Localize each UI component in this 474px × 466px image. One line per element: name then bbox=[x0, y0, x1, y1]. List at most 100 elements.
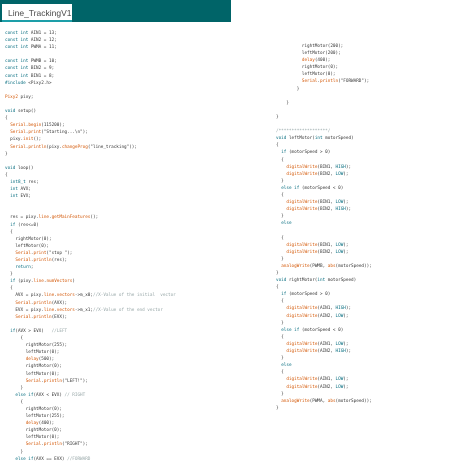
code-line: rightMotor(255); bbox=[5, 342, 233, 349]
code-text: motorSpeed) bbox=[322, 136, 354, 142]
code-line: digitalWrite(BIN2, LOW); bbox=[276, 249, 472, 256]
code-comment: /*******************/ bbox=[276, 129, 331, 135]
code-function: println bbox=[33, 314, 52, 320]
code-line: else if(AVX == EVX) //FORWARD bbox=[5, 456, 233, 463]
code-text: ->m_x1; bbox=[74, 307, 93, 313]
code-text: { bbox=[5, 116, 8, 122]
active-tab-indicator bbox=[2, 20, 72, 22]
code-text: ); bbox=[343, 200, 349, 206]
code-text: (res); bbox=[51, 258, 68, 263]
code-line: analogWrite(PWMA, abs(motorSpeed)); bbox=[276, 398, 472, 405]
code-text: (motorSpeed)); bbox=[335, 263, 372, 269]
code-keyword: int bbox=[10, 194, 18, 200]
code-text: } bbox=[276, 178, 284, 184]
code-function: digitalWrite bbox=[286, 249, 318, 255]
code-function: line bbox=[43, 307, 55, 313]
code-function: println bbox=[320, 79, 339, 85]
code-keyword: else if bbox=[15, 456, 34, 462]
code-function: println bbox=[28, 144, 47, 150]
code-function: analogWrite bbox=[281, 263, 310, 269]
code-text: ("LEFT!"); bbox=[61, 378, 88, 384]
code-keyword: HIGH bbox=[335, 349, 346, 355]
code-function: vectors bbox=[56, 293, 75, 299]
code-text: ); bbox=[343, 377, 349, 383]
code-line: leftMotor(0); bbox=[5, 434, 233, 441]
code-text: motorSpeed) bbox=[325, 278, 357, 284]
code-text: AVX = pixy. bbox=[5, 293, 44, 299]
code-function: abs bbox=[327, 263, 336, 269]
code-function: getMainFeatures bbox=[51, 215, 91, 221]
code-line: Serial.println(AVX); bbox=[5, 300, 233, 307]
code-text: ); bbox=[345, 207, 352, 213]
code-function: Pixy2 bbox=[5, 94, 18, 100]
code-text: ); bbox=[343, 313, 349, 319]
code-function: print bbox=[28, 130, 42, 136]
code-text: (AIN1, bbox=[317, 341, 336, 347]
code-text: <Pixy2.h> bbox=[28, 80, 52, 86]
code-line: void rightMotor(int motorSpeed) bbox=[276, 277, 472, 284]
code-line: { bbox=[276, 334, 472, 341]
code-pane-left[interactable]: const int AIN1 = 13; const int AIN2 = 12;… bbox=[5, 30, 233, 463]
code-function: Serial bbox=[10, 123, 26, 129]
code-text: } bbox=[276, 256, 284, 262]
code-text: leftMotor(0); bbox=[276, 72, 336, 78]
code-function: digitalWrite bbox=[286, 341, 318, 347]
code-line: } bbox=[5, 151, 233, 158]
tab-label: Line_TrackingV1.1 bbox=[8, 8, 72, 18]
code-line: const int AIN2 = 12; bbox=[5, 37, 233, 44]
code-line: { bbox=[276, 192, 472, 199]
code-line: delay(400); bbox=[276, 57, 472, 64]
code-function: changeProg bbox=[61, 144, 88, 150]
code-text: (400); bbox=[314, 58, 331, 64]
code-line: else if (motorSpeed < 0) bbox=[276, 185, 472, 192]
code-line: } bbox=[276, 391, 472, 398]
code-comment: // RIGHT bbox=[64, 392, 86, 398]
code-function: line bbox=[38, 215, 49, 221]
code-function: digitalWrite bbox=[286, 306, 318, 312]
code-comment: //LEFT bbox=[51, 328, 68, 334]
code-line: leftMotor(0); bbox=[5, 371, 233, 378]
code-line: const int AIN1 = 13; bbox=[5, 30, 233, 37]
code-text: (AVX > EVX) bbox=[15, 328, 52, 334]
code-text: (pixy. bbox=[46, 144, 62, 150]
code-line: leftMotor(0); bbox=[5, 243, 233, 250]
code-text: (AIN1, bbox=[317, 377, 336, 383]
code-line: digitalWrite(BIN1, LOW); bbox=[276, 199, 472, 206]
code-line: pixy.init(); bbox=[5, 136, 233, 143]
code-keyword: else if bbox=[281, 327, 300, 333]
code-line: Serial.println(pixy.changeProg("line_tra… bbox=[5, 144, 233, 151]
code-keyword: void bbox=[5, 165, 18, 171]
code-text: BIN2 = 9; bbox=[30, 66, 55, 72]
code-line: void loop() bbox=[5, 165, 233, 172]
code-function: Serial bbox=[15, 314, 31, 320]
code-text: (AIN2, bbox=[317, 384, 336, 390]
code-line: } bbox=[276, 213, 472, 220]
code-function: digitalWrite bbox=[286, 207, 318, 213]
code-text: ); bbox=[343, 171, 349, 177]
code-line: analogWrite(PWMB, abs(motorSpeed)); bbox=[276, 263, 472, 270]
code-text: rightMotor(0); bbox=[5, 406, 62, 412]
code-text: } bbox=[5, 385, 24, 391]
code-text: ); bbox=[345, 349, 352, 355]
code-line: rightMotor(0); bbox=[5, 406, 233, 413]
code-pane-right[interactable]: rightMotor(200); leftMotor(200); delay(4… bbox=[276, 43, 472, 412]
code-keyword: HIGH bbox=[335, 306, 346, 312]
code-line: { bbox=[5, 229, 233, 236]
code-line: } bbox=[5, 385, 233, 392]
code-function: print bbox=[33, 250, 47, 256]
code-comment: //X-Value of the initial vector bbox=[92, 293, 176, 299]
code-text: (PWMB, bbox=[309, 263, 328, 269]
code-line: delay(500); bbox=[5, 356, 233, 363]
code-text: } bbox=[276, 100, 289, 106]
code-text: (AIN1, bbox=[317, 306, 336, 312]
code-line: } bbox=[276, 320, 472, 327]
